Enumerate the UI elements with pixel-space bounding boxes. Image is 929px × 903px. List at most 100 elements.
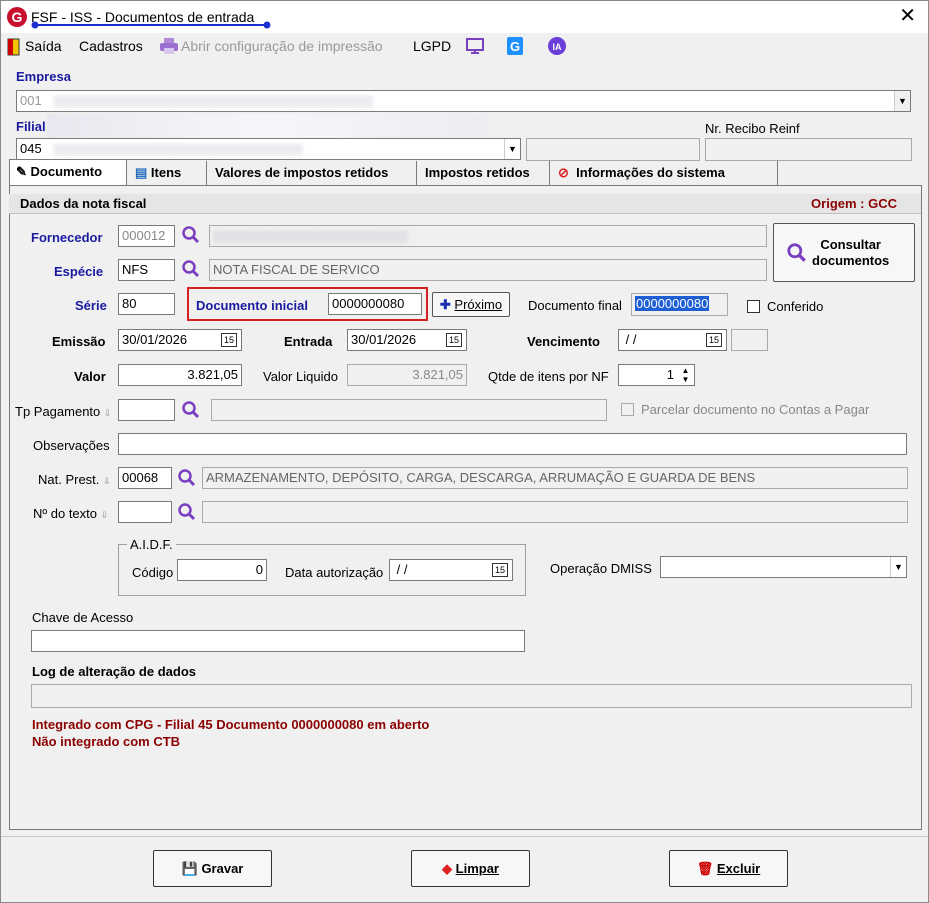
- fornecedor-name-blurred: ▒▒▒▒▒▒▒▒▒▒▒▒▒▒▒▒▒▒▒▒▒▒▒▒▒: [213, 231, 408, 243]
- tab-documento[interactable]: ✎ Documento: [9, 159, 127, 185]
- tab-valores-label: Valores de impostos retidos: [215, 165, 389, 180]
- pencil-icon: ✎: [16, 164, 27, 179]
- status-cpg: Integrado com CPG - Filial 45 Documento …: [32, 717, 430, 732]
- vencimento-field[interactable]: / / 15: [618, 329, 727, 351]
- chave-acesso-field[interactable]: [31, 630, 525, 652]
- num-texto-field[interactable]: [118, 501, 172, 523]
- operacao-dmiss-select[interactable]: ▼: [660, 556, 907, 578]
- especie-desc-field: NOTA FISCAL DE SERVICO: [209, 259, 767, 281]
- nat-prest-text: Nat. Prest.: [38, 472, 100, 487]
- valor-field[interactable]: 3.821,05: [118, 364, 242, 386]
- proximo-button[interactable]: ✚ Próximo: [432, 292, 510, 317]
- tab-valores-impostos-retidos[interactable]: Valores de impostos retidos: [209, 161, 417, 185]
- tab-informacoes-label: Informações do sistema: [576, 165, 725, 180]
- vencimento-label: Vencimento: [527, 334, 600, 349]
- calendar-icon[interactable]: 15: [221, 333, 237, 347]
- chevron-down-icon[interactable]: ▼: [890, 557, 906, 577]
- recibo-reinf-label: Nr. Recibo Reinf: [705, 121, 800, 136]
- documento-inicial-label: Documento inicial: [196, 298, 308, 313]
- valor-liquido-field: 3.821,05: [347, 364, 467, 386]
- num-texto-text: Nº do texto: [33, 506, 98, 521]
- fornecedor-code-field[interactable]: 000012: [118, 225, 175, 247]
- printer-icon: [160, 38, 178, 54]
- search-icon[interactable]: [177, 502, 197, 522]
- entrada-label: Entrada: [284, 334, 333, 349]
- observacoes-field[interactable]: [118, 433, 907, 455]
- g-brand-icon[interactable]: G: [505, 36, 525, 56]
- valor-liquido-label: Valor Liquido: [263, 369, 338, 384]
- gravar-button[interactable]: 💾 Gravar: [153, 850, 272, 887]
- empresa-select[interactable]: 001 ▒▒▒▒▒▒▒▒▒▒▒▒▒▒▒▒▒▒▒▒▒▒▒▒▒▒▒▒▒▒▒▒▒▒▒▒…: [16, 90, 911, 112]
- calendar-icon[interactable]: 15: [492, 563, 508, 577]
- trash-icon: 🗑: [696, 861, 714, 876]
- vencimento-value: / /: [622, 332, 637, 347]
- search-icon[interactable]: [181, 225, 201, 245]
- tab-impostos-retidos[interactable]: Impostos retidos: [419, 161, 550, 185]
- consultar-label-2: documentos: [812, 253, 890, 268]
- excluir-button[interactable]: 🗑 Excluir: [669, 850, 788, 887]
- menu-lgpd[interactable]: LGPD: [413, 38, 451, 54]
- nat-prest-code-field[interactable]: 00068: [118, 467, 172, 489]
- emissao-value: 30/01/2026: [122, 332, 188, 347]
- serie-field[interactable]: 80: [118, 293, 175, 315]
- filter-arrow-icon: ⇩: [100, 510, 109, 520]
- origem-label: Origem : GCC: [811, 196, 897, 211]
- documento-final-label: Documento final: [528, 298, 622, 313]
- aidf-codigo-field[interactable]: 0: [177, 559, 267, 581]
- documento-final-field[interactable]: 0000000080: [631, 293, 728, 316]
- nat-prest-desc-field: ARMAZENAMENTO, DEPÓSITO, CARGA, DESCARGA…: [202, 467, 908, 489]
- limpar-button[interactable]: ◆ Limpar: [411, 850, 530, 887]
- filial-select[interactable]: 045 ▒▒▒▒▒▒▒▒▒▒▒▒▒▒▒▒▒▒▒▒▒▒▒▒▒▒▒▒▒▒▒▒ ▼: [16, 138, 521, 160]
- parcelar-label: Parcelar documento no Contas a Pagar: [641, 402, 870, 417]
- calendar-icon[interactable]: 15: [706, 333, 722, 347]
- entrada-field[interactable]: 30/01/2026 15: [347, 329, 467, 351]
- parcelar-checkbox[interactable]: [621, 403, 634, 416]
- monitor-icon[interactable]: [465, 37, 485, 55]
- section-title: Dados da nota fiscal: [20, 196, 147, 211]
- emissao-field[interactable]: 30/01/2026 15: [118, 329, 242, 351]
- spinner-arrows-icon[interactable]: ▲ ▼: [678, 366, 693, 384]
- valor-label: Valor: [74, 369, 106, 384]
- especie-code-field[interactable]: NFS: [118, 259, 175, 281]
- search-icon[interactable]: [181, 400, 201, 420]
- nat-prest-label: Nat. Prest. ⇩: [38, 472, 111, 487]
- menu-cadastros[interactable]: Cadastros: [79, 38, 143, 54]
- excluir-label: Excluir: [716, 861, 761, 876]
- filter-arrow-icon: ⇩: [103, 408, 112, 418]
- conferido-checkbox[interactable]: [747, 300, 760, 313]
- aidf-title: A.I.D.F.: [127, 537, 176, 552]
- calendar-icon[interactable]: 15: [446, 333, 462, 347]
- aidf-codigo-label: Código: [132, 565, 174, 580]
- observacoes-label: Observações: [33, 438, 110, 453]
- log-field: [31, 684, 912, 708]
- info-slash-icon: ⊘: [558, 165, 569, 180]
- aidf-data-label: Data autorização: [285, 565, 384, 580]
- filter-arrow-icon: ⇩: [103, 476, 111, 486]
- search-icon[interactable]: [181, 259, 201, 279]
- tab-informacoes-sistema[interactable]: ⊘ Informações do sistema: [552, 161, 778, 185]
- menu-saida[interactable]: Saída: [25, 38, 62, 54]
- num-texto-label: Nº do texto ⇩: [33, 506, 108, 521]
- title-bar: G FSF - ISS - Documentos de entrada ✕: [1, 1, 928, 33]
- log-label: Log de alteração de dados: [32, 664, 196, 679]
- documento-inicial-field[interactable]: 0000000080: [328, 293, 422, 315]
- documento-final-value: 0000000080: [635, 296, 710, 311]
- empresa-name-blurred: ▒▒▒▒▒▒▒▒▒▒▒▒▒▒▒▒▒▒▒▒▒▒▒▒▒▒▒▒▒▒▒▒▒▒▒▒▒▒▒▒…: [53, 96, 373, 108]
- chave-acesso-label: Chave de Acesso: [32, 610, 134, 625]
- aidf-data-field[interactable]: / / 15: [389, 559, 513, 581]
- serie-label: Série: [75, 298, 107, 313]
- filial-code: 045: [20, 141, 42, 156]
- svg-text:G: G: [510, 39, 520, 54]
- consultar-documentos-button[interactable]: Consultar documentos: [773, 223, 915, 282]
- qtde-itens-field[interactable]: 1 ▲ ▼: [618, 364, 695, 386]
- ia-assistant-icon[interactable]: IA: [546, 36, 568, 56]
- chevron-down-icon[interactable]: ▼: [504, 139, 520, 159]
- section-header: Dados da nota fiscal Origem : GCC: [9, 194, 921, 214]
- search-icon[interactable]: [177, 468, 197, 488]
- tp-pagamento-field[interactable]: [118, 399, 175, 421]
- tab-itens[interactable]: ▤ Itens: [129, 161, 207, 185]
- close-button[interactable]: ✕: [899, 5, 916, 27]
- floppy-disk-icon: 💾: [181, 861, 198, 876]
- chevron-down-icon[interactable]: ▼: [894, 91, 910, 111]
- filial-extra-field: [526, 138, 700, 161]
